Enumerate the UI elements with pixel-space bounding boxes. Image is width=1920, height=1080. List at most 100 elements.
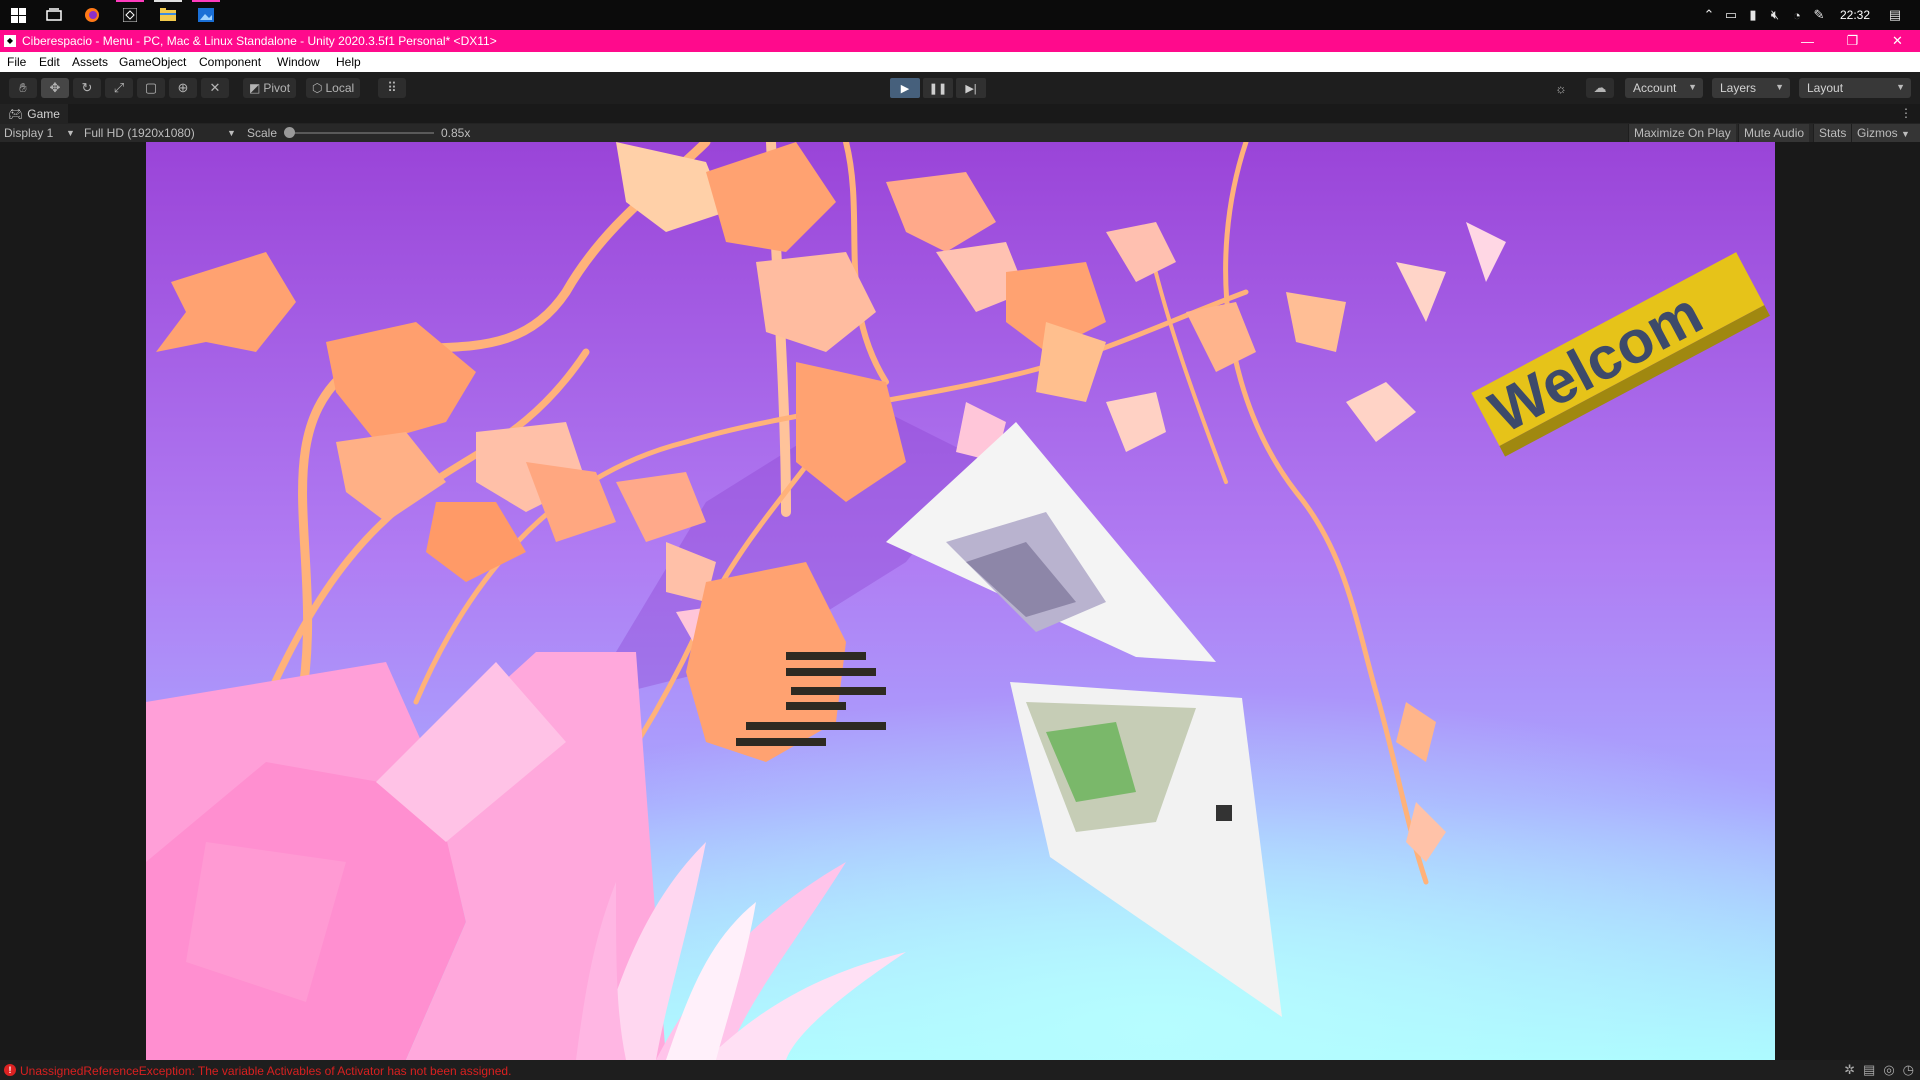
rotate-icon: ↻ xyxy=(81,80,93,95)
chevron-down-icon: ▼ xyxy=(1688,82,1697,92)
resolution-dropdown[interactable]: Full HD (1920x1080) xyxy=(84,126,195,140)
folder-icon xyxy=(160,8,176,21)
rect-tool-button[interactable]: ▢ xyxy=(137,78,165,98)
stats-toggle[interactable]: Stats xyxy=(1813,124,1852,142)
menu-help[interactable]: Help xyxy=(336,55,361,69)
pivot-label: Pivot xyxy=(263,81,291,95)
custom-tool-button[interactable]: ✕ xyxy=(201,78,229,98)
volume-muted-icon[interactable]: 🔇︎ xyxy=(1764,0,1786,30)
grid-snap-button[interactable]: ⠿ xyxy=(378,78,406,98)
step-button[interactable]: ▶| xyxy=(956,78,986,98)
unity-taskbar-button[interactable] xyxy=(112,0,148,30)
battery-icon[interactable]: ▮ xyxy=(1742,0,1764,30)
local-toggle[interactable]: ⬡ Local xyxy=(306,78,361,98)
menu-assets[interactable]: Assets xyxy=(72,55,108,69)
photos-taskbar-button[interactable] xyxy=(188,0,224,30)
rotate-tool-button[interactable]: ↻ xyxy=(73,78,101,98)
tab-game-label: Game xyxy=(27,107,60,121)
move-icon: ✥ xyxy=(49,80,61,95)
firefox-icon xyxy=(85,8,99,22)
window-title: Ciberespacio - Menu - PC, Mac & Linux St… xyxy=(22,34,497,48)
hand-tool-button[interactable]: ✋︎ xyxy=(9,78,37,98)
bug-icon[interactable]: ✲ xyxy=(1844,1062,1855,1078)
gizmos-toggle[interactable]: Gizmos ▼ xyxy=(1851,124,1920,142)
account-dropdown[interactable]: Account ▼ xyxy=(1625,78,1703,98)
local-label: Local xyxy=(325,81,355,95)
collab-button[interactable]: ☼ xyxy=(1547,78,1575,98)
pivot-toggle[interactable]: ◩ Pivot xyxy=(243,78,297,98)
step-icon: ▶| xyxy=(965,82,977,95)
chevron-down-icon: ▼ xyxy=(227,128,236,138)
gamepad-icon: 🎮︎ xyxy=(8,107,24,121)
pause-button[interactable]: ❚❚ xyxy=(923,78,953,98)
scale-label: Scale xyxy=(247,126,278,140)
pen-icon[interactable]: ✎ xyxy=(1808,0,1830,30)
more-options-icon[interactable]: ⋮ xyxy=(1900,106,1912,120)
chevron-down-icon: ▼ xyxy=(1896,82,1905,92)
game-viewport[interactable]: Welcom xyxy=(146,142,1775,1060)
maximize-on-play-toggle[interactable]: Maximize On Play xyxy=(1628,124,1736,142)
scale-tool-button[interactable]: ⤢ xyxy=(105,78,133,98)
minimize-button[interactable]: — xyxy=(1785,30,1830,52)
mute-audio-toggle[interactable]: Mute Audio xyxy=(1738,124,1810,142)
task-view-button[interactable] xyxy=(36,0,72,30)
clock[interactable]: 22:32 xyxy=(1840,8,1870,22)
menu-window[interactable]: Window xyxy=(277,55,320,69)
game-render: Welcom xyxy=(146,142,1775,1060)
restore-icon: ❐ xyxy=(1846,33,1859,48)
cloud-button[interactable]: ☁ xyxy=(1586,78,1614,98)
chevron-up-icon[interactable]: ⌃ xyxy=(1698,0,1720,30)
firefox-taskbar-button[interactable] xyxy=(74,0,110,30)
display-dropdown[interactable]: Display 1 xyxy=(4,126,53,140)
wifi-icon[interactable]: ◔ xyxy=(1786,0,1808,30)
menu-file[interactable]: File xyxy=(7,55,26,69)
notification-icon[interactable]: ▤ xyxy=(1884,0,1906,30)
tools-icon: ✕ xyxy=(209,80,221,95)
restore-button[interactable]: ❐ xyxy=(1830,30,1875,52)
menu-edit[interactable]: Edit xyxy=(39,55,60,69)
cloud-icon: ☁ xyxy=(1593,80,1607,95)
unity-icon xyxy=(123,8,137,22)
chevron-down-icon: ▼ xyxy=(1901,129,1910,139)
play-icon: ▶ xyxy=(900,82,910,95)
grid-icon: ⠿ xyxy=(387,80,397,95)
move-tool-button[interactable]: ✥ xyxy=(41,78,69,98)
menu-bar: File Edit Assets GameObject Component Wi… xyxy=(0,52,1920,72)
main-toolbar: ✋︎ ✥ ↻ ⤢ ▢ ⊕ ✕ ◩ Pivot ⬡ Local ⠿ ▶ ❚❚ ▶| ☼… xyxy=(0,72,1920,104)
layers-dropdown[interactable]: Layers ▼ xyxy=(1712,78,1790,98)
transform-tool-button[interactable]: ⊕ xyxy=(169,78,197,98)
scale-slider-track[interactable] xyxy=(288,132,434,134)
window-titlebar: ◆ Ciberespacio - Menu - PC, Mac & Linux … xyxy=(0,30,1920,52)
lighting-icon[interactable]: ▤ xyxy=(1863,1062,1875,1078)
unity-logo-icon: ◆ xyxy=(4,35,16,47)
progress-icon[interactable]: ◷ xyxy=(1903,1062,1914,1078)
minimize-icon: — xyxy=(1801,33,1814,49)
layers-label: Layers xyxy=(1720,81,1757,95)
sun-icon: ☼ xyxy=(1555,80,1567,96)
tab-game[interactable]: 🎮︎ Game xyxy=(0,104,68,124)
close-icon: ✕ xyxy=(1892,33,1903,48)
system-tray: ⌃ ▭ ▮ 🔇︎ ◔ ✎ 22:32 ▤ xyxy=(1698,0,1920,30)
transform-icon: ⊕ xyxy=(177,80,189,95)
tab-bar: 🎮︎ Game ⋮ xyxy=(0,104,1920,124)
meet-now-icon[interactable]: ▭ xyxy=(1720,0,1742,30)
scale-value: 0.85x xyxy=(441,126,471,140)
scale-slider-handle[interactable] xyxy=(284,127,295,138)
play-button[interactable]: ▶ xyxy=(890,78,920,98)
close-button[interactable]: ✕ xyxy=(1875,30,1920,52)
game-view-bar: Display 1 ▼ Full HD (1920x1080) ▼ Scale … xyxy=(0,124,1920,142)
menu-gameobject[interactable]: GameObject xyxy=(119,55,186,69)
menu-component[interactable]: Component xyxy=(199,55,261,69)
windows-start-button[interactable] xyxy=(0,0,36,30)
windows-logo-icon xyxy=(10,7,26,23)
rect-icon: ▢ xyxy=(144,80,158,95)
cache-icon[interactable]: ◎ xyxy=(1883,1062,1894,1078)
status-bar: ! UnassignedReferenceException: The vari… xyxy=(0,1060,1920,1080)
hand-icon: ✋︎ xyxy=(19,80,27,95)
windows-taskbar: ⌃ ▭ ▮ 🔇︎ ◔ ✎ 22:32 ▤ xyxy=(0,0,1920,30)
status-error-message[interactable]: UnassignedReferenceException: The variab… xyxy=(20,1064,511,1078)
scale-icon: ⤢ xyxy=(113,80,125,95)
layout-label: Layout xyxy=(1807,81,1844,95)
file-explorer-taskbar-button[interactable] xyxy=(150,0,186,30)
layout-dropdown[interactable]: Layout ▼ xyxy=(1799,78,1911,98)
